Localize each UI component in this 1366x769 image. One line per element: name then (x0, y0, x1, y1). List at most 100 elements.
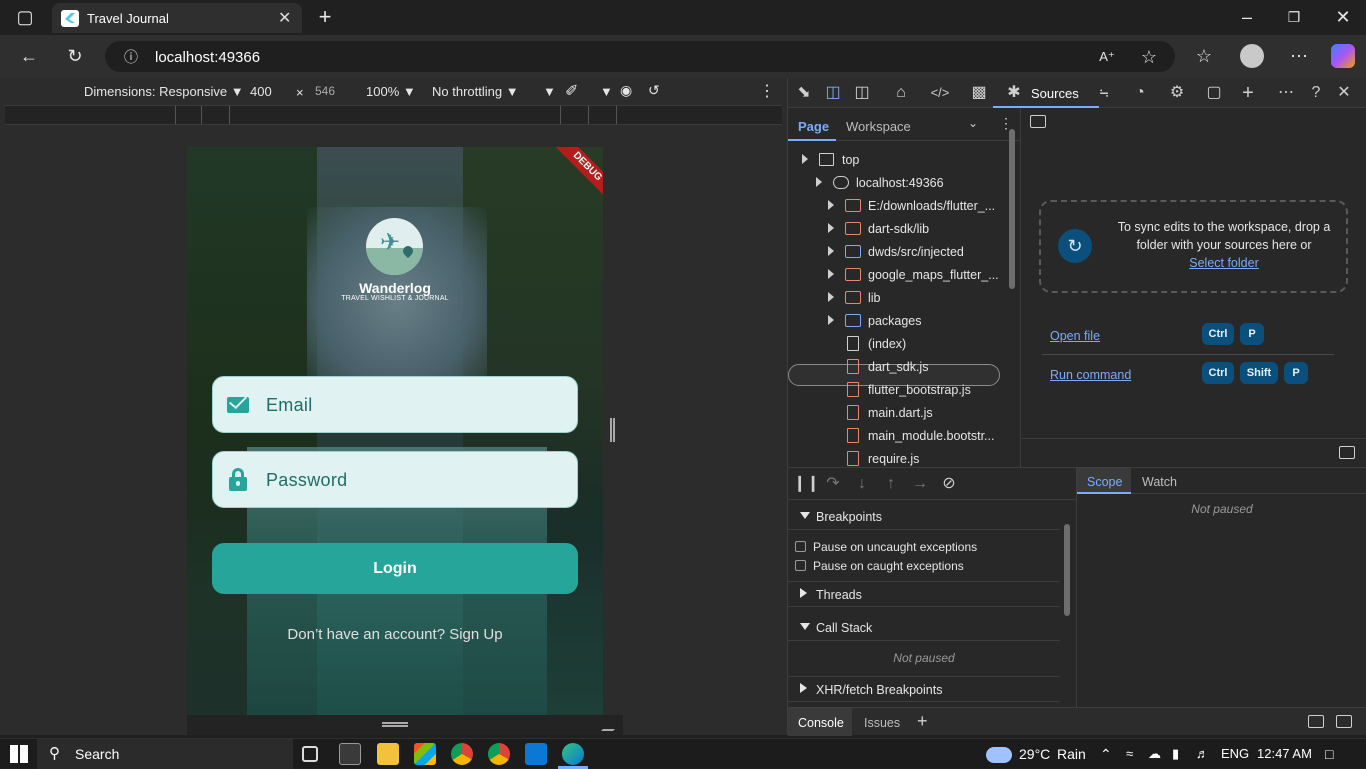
height-input[interactable]: 546 (315, 84, 335, 98)
maximize-icon[interactable]: ❐ (1282, 5, 1306, 29)
vision-dropdown[interactable]: ▼ (600, 84, 613, 99)
signup-link[interactable]: Don’t have an account? Sign Up (187, 626, 603, 643)
tree-item[interactable]: main.dart.js (788, 402, 1008, 424)
chrome-icon[interactable] (451, 743, 473, 765)
expand-triangle-icon[interactable] (802, 154, 808, 164)
add-drawer-tab-icon[interactable]: + (917, 711, 928, 732)
device-toggle-icon[interactable]: ◫ (822, 82, 844, 104)
expand-triangle-icon[interactable] (828, 292, 834, 302)
open-file-link[interactable]: Open file (1050, 329, 1100, 343)
taskbar-search-box[interactable]: ⚲ Search (37, 739, 293, 769)
tab-watch[interactable]: Watch (1142, 475, 1177, 489)
dock-icon[interactable]: ◫ (851, 82, 873, 104)
step-out-icon[interactable]: ↑ (880, 473, 902, 495)
settings-gear-icon[interactable]: ⚙ (1166, 82, 1188, 104)
read-aloud-icon[interactable]: A⁺ (1095, 45, 1119, 69)
zoom-select[interactable]: 100% ▼ (366, 84, 416, 99)
console-icon[interactable]: ▩ (968, 82, 990, 104)
throttling-select[interactable]: No throttling ▼ (432, 84, 519, 99)
inspect-icon[interactable]: ⬊ (793, 82, 815, 104)
deactivate-breakpoints-icon[interactable]: ⊘ (938, 473, 960, 495)
chrome-profile-icon[interactable] (488, 743, 510, 765)
wifi-icon[interactable]: ≈ (1126, 746, 1133, 761)
more-options-dropdown[interactable]: ▼ (543, 84, 556, 99)
refresh-icon[interactable]: ↻ (63, 44, 87, 68)
network-wifi-icon[interactable]: ⨫ (1093, 82, 1115, 104)
select-folder-link[interactable]: Select folder (1189, 256, 1258, 270)
help-icon[interactable]: ? (1305, 82, 1327, 104)
resize-corner-icon[interactable] (601, 719, 625, 731)
expand-triangle-icon[interactable] (828, 315, 834, 325)
notifications-icon[interactable]: □ (1325, 746, 1333, 762)
toggle-navigator-icon[interactable] (1030, 115, 1046, 128)
tree-item[interactable]: E:/downloads/flutter_... (788, 195, 1008, 217)
clock[interactable]: 12:47 AM (1257, 746, 1312, 761)
elements-icon[interactable]: </> (929, 82, 951, 104)
profile-avatar[interactable] (1240, 44, 1264, 68)
tab-workspace[interactable]: Workspace (846, 119, 911, 134)
step-into-icon[interactable]: ↓ (851, 473, 873, 495)
dimensions-select[interactable]: Dimensions: Responsive ▼ (84, 84, 244, 99)
tab-issues[interactable]: Issues (864, 716, 900, 730)
threads-section[interactable]: Threads (788, 581, 1060, 607)
resize-handle-right[interactable] (610, 418, 615, 442)
email-field[interactable]: Email (212, 376, 578, 433)
volume-icon[interactable]: ♬ (1196, 746, 1209, 761)
terminal-icon[interactable] (339, 743, 361, 765)
width-input[interactable]: 400 (250, 84, 272, 99)
store-icon[interactable] (414, 743, 436, 765)
weather-temperature[interactable]: 29°C (1019, 746, 1050, 762)
new-tab-button[interactable]: + (313, 5, 337, 29)
close-tab-icon[interactable]: ✕ (278, 8, 291, 28)
resize-handle-bottom[interactable] (382, 722, 408, 727)
drawer-dock-icon[interactable] (1308, 715, 1324, 728)
tray-chevron-icon[interactable]: ⌃ (1100, 746, 1112, 763)
xhr-breakpoints-section[interactable]: XHR/fetch Breakpoints (788, 676, 1060, 702)
devtools-more-icon[interactable]: ⋯ (1275, 82, 1297, 104)
performance-icon[interactable]: ◔ (1129, 82, 1151, 104)
password-field[interactable]: Password (212, 451, 578, 508)
language-indicator[interactable]: ENG (1221, 746, 1249, 761)
onedrive-icon[interactable]: ☁ (1148, 746, 1161, 762)
battery-icon[interactable]: ▮ (1172, 746, 1179, 762)
tree-item[interactable]: google_maps_flutter_... (788, 264, 1008, 286)
favorites-icon[interactable]: ☆ (1192, 44, 1216, 68)
tree-item[interactable]: top (788, 149, 1008, 171)
pause-uncaught-row[interactable]: Pause on uncaught exceptions (788, 538, 1060, 556)
browser-tab[interactable]: Travel Journal ✕ (52, 3, 302, 33)
tree-item[interactable]: dwds/src/injected (788, 241, 1008, 263)
navigator-scrollbar[interactable] (1009, 129, 1015, 289)
tree-item[interactable]: dart-sdk/lib (788, 218, 1008, 240)
media-query-ruler[interactable] (5, 105, 782, 125)
chevron-down-icon[interactable]: ⌄ (968, 116, 978, 130)
close-devtools-icon[interactable]: ✕ (1333, 82, 1355, 104)
expand-triangle-icon[interactable] (828, 246, 834, 256)
task-view-icon[interactable] (302, 746, 318, 762)
breakpoints-section[interactable]: Breakpoints (788, 504, 1060, 530)
drawer-close-icon[interactable] (1336, 715, 1352, 728)
step-icon[interactable]: → (909, 473, 931, 495)
favorite-star-icon[interactable]: ☆ (1137, 45, 1161, 69)
resize-bar-bottom[interactable] (187, 715, 625, 735)
tree-item[interactable]: packages (788, 310, 1008, 332)
call-stack-section[interactable]: Call Stack (788, 615, 1060, 641)
eye-icon[interactable]: ◉ (620, 82, 632, 99)
tab-sources[interactable]: ✱ Sources (993, 78, 1099, 108)
sensor-icon[interactable]: ✐ (565, 81, 578, 101)
add-tab-icon[interactable]: + (1237, 82, 1259, 104)
tab-page[interactable]: Page (798, 119, 829, 134)
tree-item[interactable]: flutter_bootstrap.js (788, 379, 1008, 401)
debugger-scrollbar[interactable] (1064, 524, 1070, 616)
expand-triangle-icon[interactable] (828, 223, 834, 233)
back-icon[interactable]: ← (17, 44, 41, 68)
url-field[interactable]: ⓘ localhost:49366 A⁺ ☆ (105, 41, 1175, 72)
device-more-icon[interactable]: ⋮ (759, 81, 775, 101)
more-menu-icon[interactable]: ⋯ (1287, 44, 1311, 68)
login-button[interactable]: Login (212, 543, 578, 594)
tree-item[interactable]: localhost:49366 (788, 172, 1008, 194)
tab-scope[interactable]: Scope (1077, 468, 1131, 494)
toggle-debugger-icon[interactable] (1339, 446, 1355, 459)
run-command-link[interactable]: Run command (1050, 368, 1131, 382)
close-window-icon[interactable]: ✕ (1331, 5, 1355, 29)
welcome-home-icon[interactable]: ⌂ (890, 82, 912, 104)
